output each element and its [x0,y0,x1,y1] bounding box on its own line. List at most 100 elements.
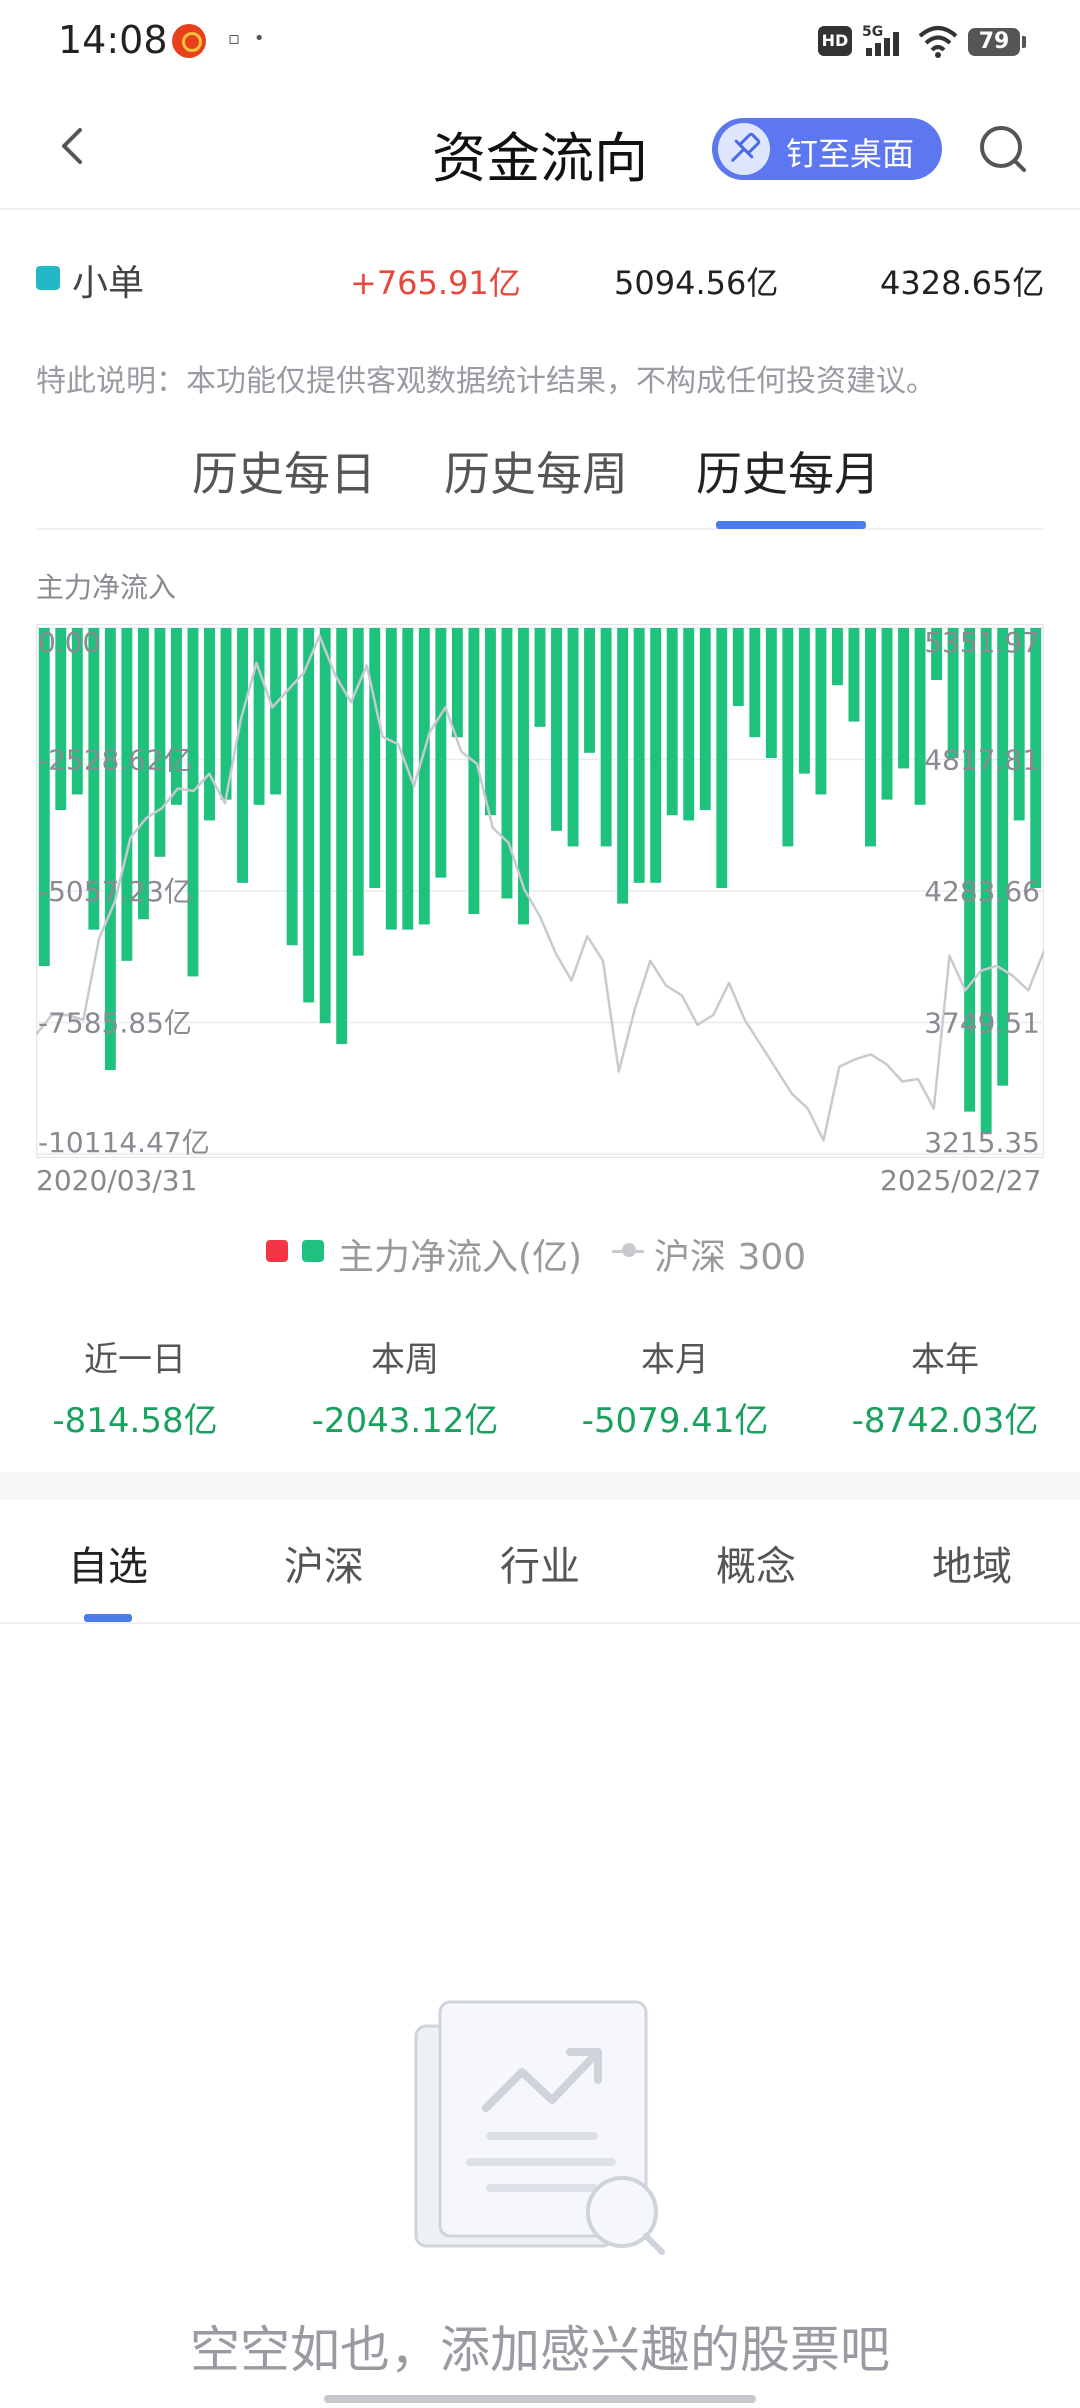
chart-bar [600,628,612,847]
chart-bar [121,628,133,961]
chart-bar [286,628,298,946]
tab-concept[interactable]: 概念 [648,1534,864,1592]
period-stats: 近一日 -814.58亿 本周 -2043.12亿 本月 -5079.41亿 本… [0,1332,1080,1452]
stat-week: 本周 -2043.12亿 [270,1332,540,1442]
chart-bar [699,628,711,811]
chart-bar [831,628,843,686]
pin-to-desktop-button[interactable]: 钉至桌面 [712,118,942,180]
stat-day-label: 近一日 [84,1340,186,1380]
stat-day-value: -814.58亿 [52,1401,218,1441]
tab-shanghai-shenzhen[interactable]: 沪深 [216,1534,432,1592]
small-order-color-swatch [36,266,60,290]
section-divider [0,1472,1080,1500]
home-indicator[interactable] [324,2395,756,2403]
legend-line-dot [622,1243,636,1257]
chart-bar [369,628,381,889]
main-inflow-chart[interactable]: 0.00 5351.97 -2528.62亿 4817.81 -5057.23亿 4283… [35,623,1046,1159]
y-left-tick-label: -2528.62亿 [38,744,192,777]
chart-bar [650,628,662,883]
chart-bar [633,628,645,883]
y-right-tick-label: 4283.66 [924,875,1040,908]
chart-bar [534,628,546,727]
tab-watchlist[interactable]: 自选 [0,1534,216,1592]
legend-index-label: 沪深 300 [654,1237,807,1278]
chart-bar [732,628,744,707]
disclaimer-text: 特此说明：本功能仅提供客观数据统计结果，不构成任何投资建议。 [36,364,936,399]
chart-bar [749,628,761,738]
chart-bar [881,628,893,800]
tab-history-daily[interactable]: 历史每日 [192,438,376,504]
chart-bar [253,628,265,805]
stat-week-label: 本周 [371,1340,439,1380]
period-tab-indicator [716,521,866,529]
wifi-icon [916,24,960,58]
more-notifications-icon: ▫ • [228,28,269,49]
chart-bar [765,628,777,759]
period-tabs: 历史每日 历史每周 历史每月 [36,430,1044,530]
chart-bar [451,628,463,738]
search-icon[interactable] [974,120,1034,180]
chart-bar [666,628,678,816]
chart-bar [435,628,447,878]
hd-badge: HD [818,26,852,56]
small-order-label: 小单 [72,263,145,304]
legend-main-inflow-label: 主力净流入(亿) [338,1237,583,1278]
chart-bar [584,628,596,753]
category-tab-indicator [84,1614,132,1622]
tab-history-monthly[interactable]: 历史每月 [696,438,880,504]
chart-bar [237,628,249,883]
back-icon[interactable] [46,116,106,176]
y-left-tick-label: -10114.47亿 [38,1126,210,1158]
y-right-tick-label: 3749.51 [924,1007,1040,1040]
chart-bar [104,628,116,1071]
chart-bar [898,628,909,769]
chart-bar [551,628,562,831]
stat-year-value: -8742.03亿 [851,1401,1039,1441]
pin-label: 钉至桌面 [786,135,915,173]
y-left-tick-label: -5057.23亿 [38,875,192,908]
chart-start-date: 2020/03/31 [36,1164,198,1197]
page-title: 资金流向 [432,127,648,190]
chart-bar [518,628,529,925]
chart-bar [782,628,794,847]
app-notification-icon [172,24,206,58]
y-right-tick-label: 3215.35 [924,1126,1040,1158]
small-order-net-value: +765.91亿 [350,264,521,302]
stat-year-label: 本年 [911,1340,979,1380]
empty-state-text: 空空如也，添加感兴趣的股票吧 [190,2321,890,2379]
chart-bar [501,628,513,899]
tab-history-weekly[interactable]: 历史每周 [444,438,628,504]
chart-bar [385,628,397,930]
stat-year: 本年 -8742.03亿 [810,1332,1080,1442]
chart-bar [418,628,430,925]
chart-bar [270,628,282,795]
chart-bar [171,628,182,805]
tab-region[interactable]: 地域 [864,1534,1080,1592]
chart-bar [484,628,496,816]
chart-bar [617,628,629,904]
chart-bar [38,628,50,967]
legend-positive-swatch [266,1240,288,1262]
chart-title: 主力净流入 [36,571,177,604]
chart-bar [798,628,810,774]
small-order-summary: 小单 +765.91亿 5094.56亿 4328.65亿 [0,250,1080,310]
y-right-tick-label: 5351.97 [924,626,1040,659]
status-bar: 14:08 ▫ • HD 5G 79 [0,0,1080,84]
chart-bar [567,628,579,847]
stat-month: 本月 -5079.41亿 [540,1332,810,1442]
chart-bar [187,628,199,977]
small-order-outflow-value: 4328.65亿 [880,264,1045,302]
network-label: 5G [862,24,883,40]
chart-bar [154,628,166,857]
chart-bar [716,628,728,889]
signal-icon: 5G [862,22,906,58]
y-left-tick-label: -7585.85亿 [38,1007,192,1040]
tab-industry[interactable]: 行业 [432,1534,648,1592]
nav-bar: 资金流向 钉至桌面 [0,84,1080,210]
chart-bar [815,628,827,795]
chart-bar [303,628,315,1003]
empty-document-chart-icon [410,1996,670,2260]
battery-icon: 79 [968,28,1026,56]
small-order-inflow-value: 5094.56亿 [614,264,779,302]
stat-week-value: -2043.12亿 [311,1401,499,1441]
